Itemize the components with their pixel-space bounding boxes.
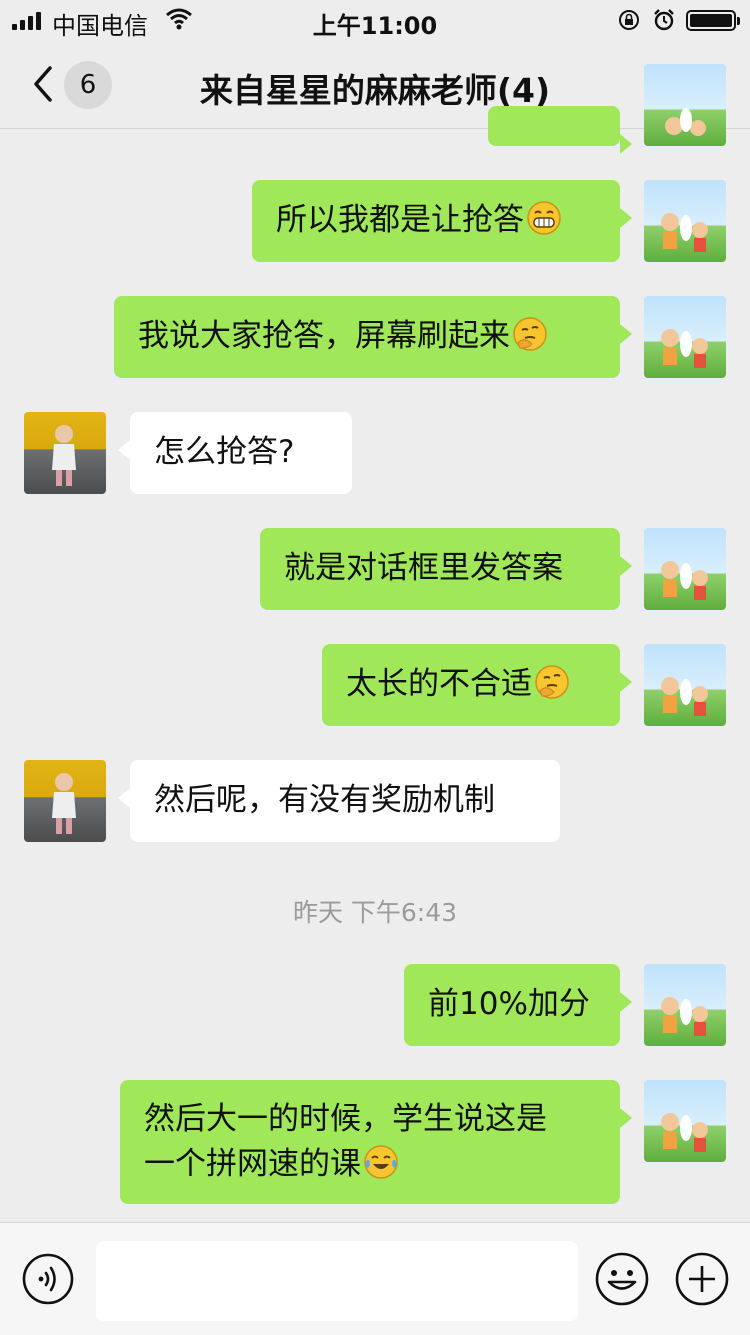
message-bubble[interactable]: 然后大一的时候，学生说这是 一个拼网速的课 bbox=[120, 1080, 632, 1204]
status-bar: 中国电信 上午11:00 bbox=[0, 0, 750, 40]
my-avatar[interactable] bbox=[644, 964, 726, 1046]
add-attachment-icon[interactable] bbox=[674, 1251, 730, 1307]
my-avatar[interactable] bbox=[644, 528, 726, 610]
message-text: 太长的不合适 bbox=[346, 666, 532, 702]
chat-header: 6 来自星星的麻麻老师(4) bbox=[0, 40, 750, 129]
input-toolbar bbox=[0, 1222, 750, 1335]
message-input[interactable] bbox=[96, 1241, 578, 1321]
message-bubble[interactable]: 我说大家抢答，屏幕刷起来 bbox=[114, 296, 632, 378]
message-text: 然后大一的时候，学生说这是 一个拼网速的课 bbox=[144, 1101, 547, 1182]
contact-avatar[interactable] bbox=[24, 760, 106, 842]
message-bubble[interactable]: 然后呢，有没有奖励机制 bbox=[118, 760, 560, 842]
my-avatar[interactable] bbox=[644, 1080, 726, 1162]
message-timestamp: 昨天 下午6:43 bbox=[292, 898, 458, 927]
contact-avatar[interactable] bbox=[24, 412, 106, 494]
emoji-picker-icon[interactable] bbox=[594, 1251, 650, 1307]
tears-of-joy-emoji-icon bbox=[364, 1145, 398, 1179]
facepalm-emoji-icon bbox=[535, 665, 569, 699]
message-bubble[interactable]: 就是对话框里发答案 bbox=[260, 528, 632, 610]
chat-title: 来自星星的麻麻老师(4) bbox=[199, 71, 551, 110]
my-avatar[interactable] bbox=[644, 180, 726, 262]
alarm-icon bbox=[654, 9, 674, 31]
message-bubble-partial[interactable] bbox=[488, 106, 632, 154]
message-text: 所以我都是让抢答 bbox=[276, 202, 524, 238]
rotation-lock-icon bbox=[619, 10, 639, 30]
facepalm-emoji-icon bbox=[513, 317, 547, 351]
message-text: 怎么抢答? bbox=[154, 434, 295, 470]
grinning-emoji-icon bbox=[527, 201, 561, 235]
message-text: 就是对话框里发答案 bbox=[284, 550, 563, 586]
message-bubble[interactable]: 所以我都是让抢答 bbox=[252, 180, 632, 262]
message-text: 我说大家抢答，屏幕刷起来 bbox=[138, 318, 510, 354]
message-bubble[interactable]: 前10%加分 bbox=[404, 964, 632, 1046]
message-bubble[interactable]: 怎么抢答? bbox=[118, 412, 352, 494]
my-avatar[interactable] bbox=[644, 64, 726, 146]
battery-icon bbox=[686, 10, 740, 31]
message-text: 前10%加分 bbox=[428, 986, 590, 1022]
message-bubble[interactable]: 太长的不合适 bbox=[322, 644, 632, 726]
my-avatar[interactable] bbox=[644, 644, 726, 726]
my-avatar[interactable] bbox=[644, 296, 726, 378]
message-text: 然后呢，有没有奖励机制 bbox=[154, 782, 495, 818]
voice-input-icon[interactable] bbox=[22, 1253, 74, 1305]
